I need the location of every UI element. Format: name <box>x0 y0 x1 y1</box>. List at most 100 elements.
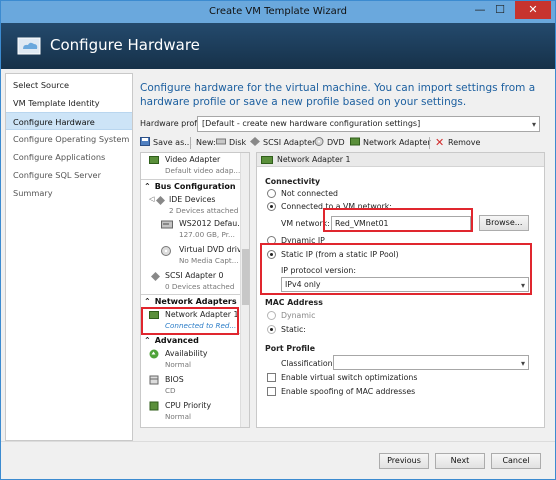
nav-item-select-source[interactable]: Select Source <box>6 76 132 94</box>
network-adapter-icon <box>350 137 360 146</box>
page-title: Configure Hardware <box>50 36 200 54</box>
scsi-adapter-sub: 0 Devices attached <box>165 282 235 291</box>
remove-label: Remove <box>448 138 481 147</box>
wizard-footer: Previous Next Cancel <box>1 441 555 479</box>
nav-item-summary[interactable]: Summary <box>6 184 132 202</box>
scsi-adapter-icon <box>151 272 160 281</box>
scsi-adapter-title: SCSI Adapter 0 <box>165 271 224 280</box>
cpu-icon <box>149 401 159 411</box>
highlight-box-network-adapter <box>141 307 239 335</box>
dvd-label: DVD <box>327 138 345 147</box>
network-adapter-icon <box>261 156 273 164</box>
mac-dynamic-radio[interactable] <box>267 311 276 320</box>
nav-item-configure-hardware[interactable]: Configure Hardware <box>6 112 132 130</box>
ide-devices-title: IDE Devices <box>169 195 216 204</box>
hardware-profile-value: [Default - create new hardware configura… <box>202 119 421 128</box>
network-adapter-label: Network Adapter <box>363 138 431 147</box>
details-header: Network Adapter 1 <box>257 153 544 167</box>
save-icon <box>140 137 150 146</box>
maximize-icon[interactable]: ☐ <box>491 3 509 19</box>
network-adapters-header[interactable]: ⌃ Network Adapters <box>141 294 241 307</box>
toolbar-divider <box>429 137 430 149</box>
hardware-list-scrollbar[interactable] <box>240 153 249 427</box>
bus-configuration-header[interactable]: ⌃ Bus Configuration <box>141 179 241 192</box>
collapse-icon: ⌃ <box>144 182 151 191</box>
ide-icon <box>156 196 165 205</box>
video-adapter-icon <box>149 156 159 164</box>
bus-configuration-label: Bus Configuration <box>154 182 236 191</box>
connectivity-heading: Connectivity <box>265 177 321 186</box>
hardware-list: Video Adapter Default video adap... ⌃ Bus… <box>140 152 250 428</box>
nav-item-vm-template-identity[interactable]: VM Template Identity <box>6 94 132 112</box>
scrollbar-thumb[interactable] <box>242 249 249 305</box>
cloud-hardware-icon <box>17 37 41 55</box>
virtual-dvd-sub: No Media Capt... <box>179 256 239 265</box>
dvd-drive-icon <box>161 246 171 256</box>
new-scsi-button[interactable]: SCSI Adapter <box>250 135 315 151</box>
new-label: New: <box>196 138 216 147</box>
ws2012-title: WS2012 Defau... <box>179 219 245 228</box>
close-icon[interactable]: ✕ <box>515 1 551 19</box>
wizard-window: Create VM Template Wizard — ☐ ✕ Configur… <box>0 0 556 480</box>
remove-x-icon: ✕ <box>435 136 445 149</box>
classification-select[interactable]: ▾ <box>333 355 529 370</box>
title-bar: Create VM Template Wizard — ☐ ✕ <box>1 1 555 23</box>
save-as-label: Save as... <box>153 138 192 147</box>
bios-icon <box>149 375 159 385</box>
video-adapter-title: Video Adapter <box>165 155 221 164</box>
video-adapter-sub: Default video adap... <box>165 166 241 175</box>
not-connected-radio[interactable] <box>267 189 276 198</box>
nav-item-configure-sql[interactable]: Configure SQL Server <box>6 166 132 184</box>
minimize-icon[interactable]: — <box>471 3 489 19</box>
mac-static-radio[interactable] <box>267 325 276 334</box>
advanced-label: Advanced <box>154 336 199 345</box>
nav-item-configure-os[interactable]: Configure Operating System <box>6 130 132 148</box>
intro-text: Configure hardware for the virtual machi… <box>140 82 536 108</box>
collapse-icon: ⌃ <box>144 336 151 345</box>
network-adapters-label: Network Adapters <box>154 297 237 306</box>
enable-spoofing-checkbox[interactable] <box>267 387 276 396</box>
new-network-adapter-button[interactable]: Network Adapter <box>350 135 431 151</box>
scsi-icon <box>250 137 260 146</box>
connected-vm-network-radio[interactable] <box>267 202 276 211</box>
mac-static-label: Static: <box>281 325 306 334</box>
hardware-toolbar: Save as... New: Disk SCSI Adapter DVD Ne… <box>140 135 543 151</box>
highlight-box-static-ip <box>260 243 532 295</box>
chevron-down-icon: ▾ <box>531 120 536 129</box>
new-disk-button[interactable]: Disk <box>216 135 246 151</box>
enable-vswitch-checkbox[interactable] <box>267 373 276 382</box>
availability-icon <box>149 349 159 359</box>
enable-spoofing-label: Enable spoofing of MAC addresses <box>281 387 416 396</box>
scsi-label: SCSI Adapter <box>263 138 316 147</box>
expand-arrow-icon: ◁ <box>149 195 155 203</box>
mac-address-heading: MAC Address <box>265 298 323 307</box>
previous-button[interactable]: Previous <box>379 453 429 469</box>
classification-label: Classification: <box>281 359 336 368</box>
bios-sub: CD <box>165 386 176 395</box>
wizard-header: Configure Hardware <box>1 23 555 69</box>
chevron-down-icon: ▾ <box>520 359 525 368</box>
cancel-button[interactable]: Cancel <box>491 453 541 469</box>
bios-title: BIOS <box>165 375 184 384</box>
save-as-button[interactable]: Save as... <box>140 135 192 151</box>
mac-dynamic-label: Dynamic <box>281 311 316 320</box>
ide-devices-sub: 2 Devices attached <box>169 206 239 215</box>
cpu-priority-sub: Normal <box>165 412 192 421</box>
virtual-dvd-title: Virtual DVD drive <box>179 245 247 254</box>
disk-icon <box>216 138 226 145</box>
hard-disk-icon <box>161 220 173 229</box>
new-dvd-button[interactable]: DVD <box>314 135 345 151</box>
port-profile-heading: Port Profile <box>265 344 316 353</box>
next-button[interactable]: Next <box>435 453 485 469</box>
enable-vswitch-label: Enable virtual switch optimizations <box>281 373 418 382</box>
collapse-icon: ⌃ <box>144 297 151 306</box>
hardware-profile-select[interactable]: [Default - create new hardware configura… <box>197 116 540 132</box>
disk-label: Disk <box>229 138 247 147</box>
remove-button[interactable]: ✕ Remove <box>435 135 480 151</box>
availability-sub: Normal <box>165 360 192 369</box>
highlight-box-vm-network <box>323 208 473 232</box>
browse-button[interactable]: Browse... <box>479 215 529 231</box>
cpu-priority-title: CPU Priority <box>165 401 212 410</box>
details-header-label: Network Adapter 1 <box>277 155 351 164</box>
nav-item-configure-applications[interactable]: Configure Applications <box>6 148 132 166</box>
